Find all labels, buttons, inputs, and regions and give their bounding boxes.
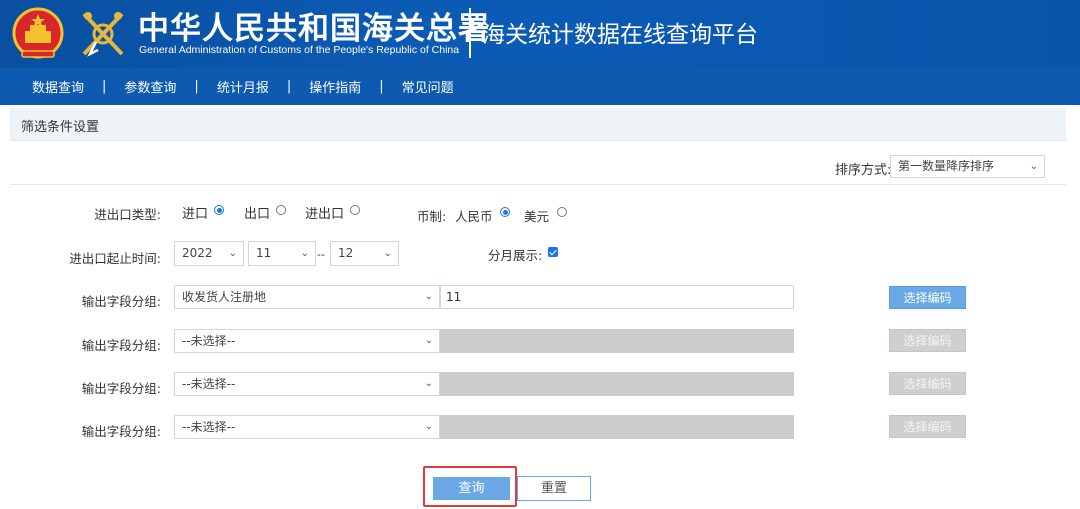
- field-group-value-4: --未选择--: [182, 420, 236, 434]
- trade-type-option-both-label: 进出口: [305, 207, 345, 222]
- code-input-2: [440, 329, 794, 353]
- nav-item-user-guide[interactable]: 操作指南: [309, 77, 361, 96]
- end-month-value: 12: [338, 246, 354, 260]
- field-group-label-4: 输出字段分组:: [81, 424, 161, 439]
- nav-separator: |: [286, 79, 292, 94]
- nav-item-parameter-query[interactable]: 参数查询: [124, 77, 176, 96]
- nav-item-monthly-report[interactable]: 统计月报: [217, 77, 269, 96]
- chevron-down-icon: ⌄: [424, 421, 433, 432]
- select-code-button-4[interactable]: 选择编码: [889, 415, 966, 438]
- chevron-down-icon: ⌄: [424, 291, 433, 302]
- monthly-display-label: 分月展示:: [488, 248, 543, 263]
- trade-type-import-radio[interactable]: [214, 205, 224, 215]
- site-header: 中华人民共和国海关总署 General Administration of Cu…: [0, 0, 1080, 68]
- end-month-select[interactable]: 12 ⌄: [330, 241, 399, 266]
- code-input-4: [440, 415, 794, 439]
- trade-type-both-radio[interactable]: [350, 205, 360, 215]
- select-code-button-2[interactable]: 选择编码: [889, 329, 966, 352]
- sort-label: 排序方式:: [835, 163, 892, 178]
- nav-item-data-query[interactable]: 数据查询: [32, 77, 84, 96]
- field-group-select-2[interactable]: --未选择-- ⌄: [174, 329, 440, 353]
- trade-type-option-export-label: 出口: [244, 207, 271, 222]
- nav-separator: |: [379, 79, 384, 94]
- chevron-down-icon: ⌄: [424, 335, 433, 346]
- currency-usd-radio[interactable]: [557, 207, 567, 217]
- select-code-button-3[interactable]: 选择编码: [889, 372, 966, 395]
- org-name-cn: 中华人民共和国海关总署: [138, 11, 490, 47]
- panel-title: 筛选条件设置: [21, 120, 100, 135]
- currency-option-usd-label: 美元: [524, 209, 550, 224]
- monthly-display-checkbox[interactable]: [548, 247, 558, 257]
- field-group-label-1: 输出字段分组:: [81, 294, 161, 309]
- chevron-down-icon: ⌄: [228, 248, 237, 259]
- field-group-select-1[interactable]: 收发货人注册地 ⌄: [174, 285, 440, 309]
- field-group-value-1: 收发货人注册地: [182, 290, 267, 304]
- trade-type-label: 进出口类型:: [94, 207, 161, 222]
- field-group-value-2: --未选择--: [182, 334, 236, 348]
- chevron-down-icon: ⌄: [300, 248, 309, 259]
- start-month-select[interactable]: 11 ⌄: [248, 241, 316, 266]
- field-group-select-3[interactable]: --未选择-- ⌄: [174, 372, 440, 396]
- year-value: 2022: [182, 246, 213, 260]
- chevron-down-icon: ⌄: [383, 248, 392, 259]
- org-name-en: General Administration of Customs of the…: [139, 44, 460, 56]
- chevron-down-icon: ⌄: [424, 378, 433, 389]
- select-code-button-1[interactable]: 选择编码: [889, 286, 966, 309]
- query-button[interactable]: 查询: [433, 477, 510, 500]
- sort-select[interactable]: 第一数量降序排序 ⌄: [890, 155, 1045, 178]
- trade-type-option-import-label: 进口: [182, 207, 209, 222]
- code-input-3: [440, 372, 794, 396]
- currency-option-rmb-label: 人民币: [455, 209, 493, 224]
- reset-button[interactable]: 重置: [517, 476, 591, 501]
- header-divider: [469, 8, 471, 58]
- start-month-value: 11: [256, 246, 272, 260]
- nav-item-faq[interactable]: 常见问题: [402, 77, 454, 96]
- currency-label: 币制:: [417, 209, 447, 224]
- sort-row: 排序方式: 第一数量降序排序 ⌄: [10, 151, 1066, 185]
- year-select[interactable]: 2022 ⌄: [174, 241, 244, 266]
- time-range-label: 进出口起止时间:: [69, 251, 161, 266]
- field-group-select-4[interactable]: --未选择-- ⌄: [174, 415, 440, 439]
- national-emblem-icon: [12, 7, 64, 59]
- code-input-1[interactable]: 11: [440, 285, 794, 309]
- customs-logo-icon: [82, 12, 124, 57]
- field-group-label-2: 输出字段分组:: [81, 338, 161, 353]
- nav-separator: |: [102, 79, 107, 94]
- field-group-value-3: --未选择--: [182, 377, 236, 391]
- sort-selected-value: 第一数量降序排序: [898, 159, 995, 173]
- currency-rmb-radio[interactable]: [500, 207, 510, 217]
- platform-title: 海关统计数据在线查询平台: [482, 22, 758, 48]
- field-group-label-3: 输出字段分组:: [81, 381, 161, 396]
- filter-panel-header: 筛选条件设置: [10, 108, 1066, 141]
- chevron-down-icon: ⌄: [1029, 161, 1038, 172]
- nav-separator: |: [194, 79, 199, 94]
- main-nav: 数据查询 | 参数查询 | 统计月报 | 操作指南 | 常见问题: [0, 68, 1080, 105]
- trade-type-export-radio[interactable]: [276, 205, 286, 215]
- range-separator: --: [317, 248, 325, 261]
